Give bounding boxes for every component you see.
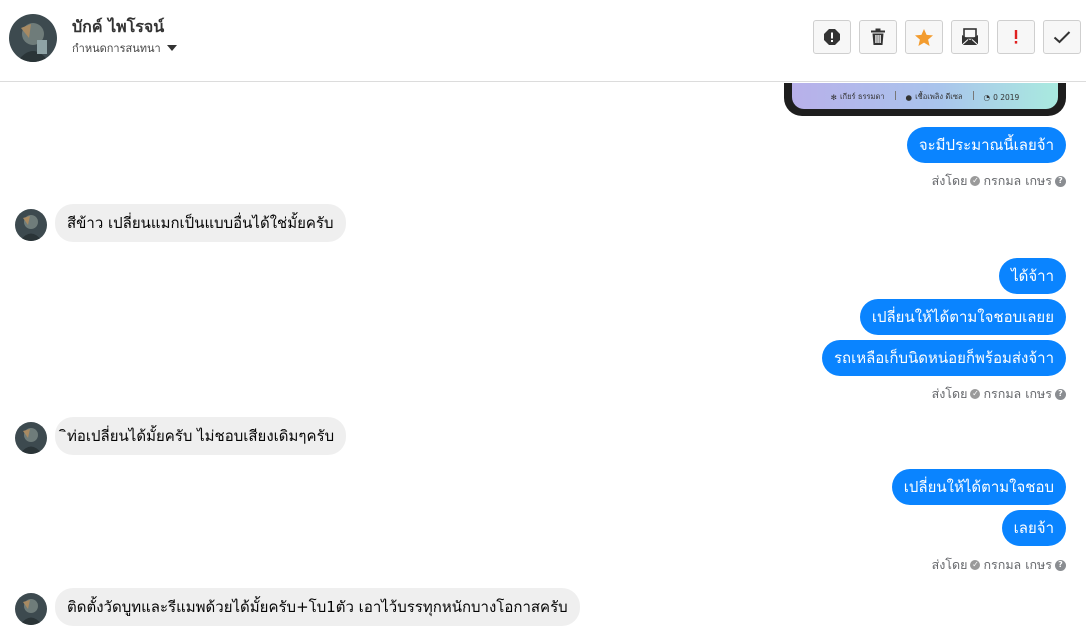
check-circle-icon: ✓ bbox=[970, 560, 981, 570]
check-circle-icon: ✓ bbox=[970, 389, 981, 399]
conversation-header: บักค์ ไพโรจน์ กำหนดการสนทนา bbox=[0, 0, 1086, 82]
outgoing-message[interactable]: เปลี่ยนให้ได้ตามใจชอบ bbox=[891, 469, 1066, 505]
outgoing-message[interactable]: เลยจ้า bbox=[1001, 510, 1066, 546]
mark-important-button[interactable] bbox=[997, 20, 1035, 54]
sender-avatar[interactable] bbox=[15, 593, 47, 625]
report-button[interactable] bbox=[813, 20, 851, 54]
incoming-message[interactable]: ติดตั้งวัดบูทและรีแมพด้วยได้มั้ยครับ+โบ1… bbox=[55, 588, 580, 626]
star-button[interactable] bbox=[905, 20, 943, 54]
report-icon bbox=[824, 29, 840, 45]
incoming-message[interactable]: ิท่อเปลี่ยนได้มั้ยครับ ไม่ชอบเสียงเดิมๆค… bbox=[55, 417, 347, 455]
trash-icon bbox=[871, 28, 885, 45]
gauge-icon: ◔ bbox=[983, 92, 991, 102]
outgoing-message[interactable]: จะมีประมาณนี้เลยจ้า bbox=[906, 127, 1066, 163]
sender-avatar[interactable] bbox=[15, 209, 47, 241]
divider bbox=[972, 91, 974, 100]
star-icon bbox=[915, 28, 933, 46]
shared-listing-preview[interactable]: ✻ เกียร์ ธรรมดา ● เชื้อเพลิง ดีเซล ◔ 0 2019 bbox=[784, 83, 1066, 116]
conversation-toolbar bbox=[813, 20, 1081, 54]
sender-name[interactable]: กรกมล เกษร bbox=[983, 384, 1052, 404]
conversation-schedule-label: กำหนดการสนทนา bbox=[72, 42, 161, 55]
sender-name[interactable]: กรกมล เกษร bbox=[983, 555, 1052, 575]
gear-icon: ✻ bbox=[830, 92, 837, 102]
caret-down-icon bbox=[166, 45, 177, 51]
exclamation-icon bbox=[1014, 30, 1018, 44]
listing-screen: ✻ เกียร์ ธรรมดา ● เชื้อเพลิง ดีเซล ◔ 0 2019 bbox=[792, 83, 1058, 109]
sent-by-label: ส่งโดย ✓ กรกมล เกษร ? bbox=[932, 384, 1066, 404]
sender-name[interactable]: กรกมล เกษร bbox=[983, 171, 1052, 191]
mark-done-button[interactable] bbox=[1043, 20, 1081, 54]
conversation-schedule-dropdown[interactable]: กำหนดการสนทนา bbox=[72, 39, 177, 57]
mileage-stat: ◔ 0 2019 bbox=[983, 92, 1020, 102]
outgoing-message[interactable]: เปลี่ยนให้ได้ตามใจชอบเลยย bbox=[859, 299, 1066, 335]
sent-by-label: ส่งโดย ✓ กรกมล เกษร ? bbox=[932, 171, 1066, 191]
incoming-message[interactable]: สีข้าว เปลี่ยนแมกเป็นแบบอื่นได้ใช่มั้ยคร… bbox=[55, 204, 346, 242]
listing-stats: ✻ เกียร์ ธรรมดา ● เชื้อเพลิง ดีเซล ◔ 0 2019 bbox=[792, 91, 1058, 103]
outgoing-message[interactable]: ได้จ้าา bbox=[999, 258, 1066, 294]
help-icon[interactable]: ? bbox=[1055, 175, 1066, 187]
check-icon bbox=[1053, 31, 1071, 44]
outgoing-message[interactable]: รถเหลือเก็บนิดหน่อยก็พร้อมส่งจ้าา bbox=[821, 340, 1066, 376]
mark-unread-button[interactable] bbox=[951, 20, 989, 54]
mail-icon bbox=[961, 28, 979, 46]
transmission-stat: ✻ เกียร์ ธรรมดา bbox=[830, 92, 885, 102]
help-icon[interactable]: ? bbox=[1055, 388, 1066, 400]
delete-button[interactable] bbox=[859, 20, 897, 54]
divider bbox=[894, 91, 896, 100]
sent-by-label: ส่งโดย ✓ กรกมล เกษร ? bbox=[932, 555, 1066, 575]
fuel-drop-icon: ● bbox=[905, 92, 913, 102]
contact-avatar[interactable] bbox=[9, 14, 57, 62]
contact-name[interactable]: บักค์ ไพโรจน์ bbox=[72, 15, 164, 40]
message-thread[interactable]: ✻ เกียร์ ธรรมดา ● เชื้อเพลิง ดีเซล ◔ 0 2019… bbox=[0, 83, 1086, 632]
sender-avatar[interactable] bbox=[15, 422, 47, 454]
fuel-stat: ● เชื้อเพลิง ดีเซล bbox=[905, 92, 963, 102]
help-icon[interactable]: ? bbox=[1055, 559, 1066, 571]
check-circle-icon: ✓ bbox=[970, 176, 981, 186]
